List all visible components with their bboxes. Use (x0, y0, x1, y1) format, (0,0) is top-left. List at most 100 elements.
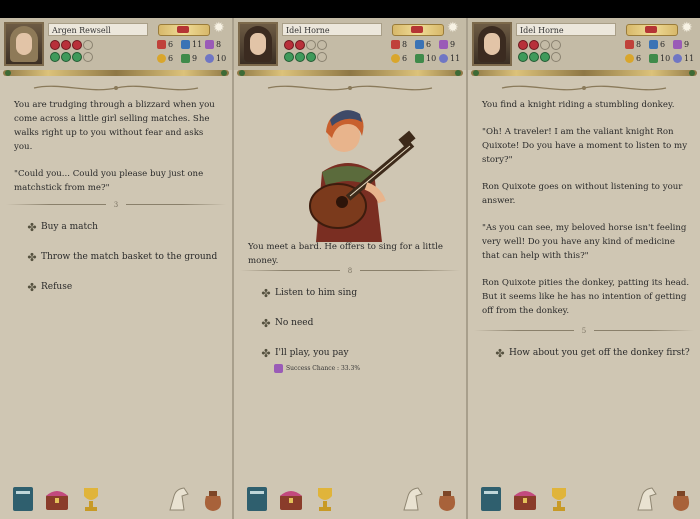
separator: 8 (240, 266, 460, 276)
trophy-icon[interactable] (544, 484, 574, 514)
choice-label: No need (275, 318, 314, 328)
choice-option[interactable]: ✤ I'll play, you pay (260, 346, 349, 360)
treasure-chest-icon[interactable] (276, 484, 306, 514)
hand-icon (439, 39, 448, 49)
character-name: Idel Horne (282, 23, 382, 36)
story-text: You are trudging through a blizzard when… (14, 98, 222, 208)
hand-icon (274, 364, 283, 373)
choice-option[interactable]: ✤ Refuse (26, 280, 72, 294)
choice-label: I'll play, you pay (275, 348, 349, 358)
stamina-pips (284, 52, 327, 62)
coin-icon (625, 53, 634, 63)
fist-icon (391, 39, 400, 49)
stat-value: 9 (192, 53, 198, 63)
character-portrait[interactable] (4, 22, 44, 66)
coin-icon (157, 53, 166, 63)
clover-icon: ✤ (261, 346, 271, 360)
gear-icon[interactable]: ✹ (213, 21, 225, 35)
scroll-icon[interactable] (626, 24, 678, 36)
story-panel: Argen Rewsell ✹ 6 11 8 6 9 10 You are tr… (0, 18, 232, 519)
health-pips (518, 40, 561, 50)
horse-icon[interactable] (398, 484, 428, 514)
clover-icon: ✤ (495, 346, 505, 360)
ornament-swirl (501, 85, 667, 91)
story-text: You find a knight riding a stumbling don… (482, 98, 690, 331)
hand-icon (673, 39, 682, 49)
book-icon[interactable] (242, 484, 272, 514)
fist-icon (157, 39, 166, 49)
choice-option[interactable]: ✤ No need (260, 316, 313, 330)
gear-icon[interactable]: ✹ (447, 21, 459, 35)
stat-value: 11 (450, 53, 461, 63)
boot-icon (415, 39, 424, 49)
stat-value: 11 (684, 53, 695, 63)
ornament-bar (3, 70, 229, 76)
stamina-pips (50, 52, 93, 62)
story-panel: Idel Horne ✹ 8 6 9 6 10 11 You find a kn… (468, 18, 700, 519)
story-paragraph: "Could you... Could you please buy just … (14, 169, 204, 193)
heart-icon (415, 53, 424, 63)
choice-option[interactable]: ✤ How about you get off the donkey first? (494, 346, 690, 360)
game-screen: Argen Rewsell ✹ 6 11 8 6 9 10 You are tr… (0, 0, 700, 519)
bag-icon[interactable] (666, 484, 696, 514)
boot-icon (181, 39, 190, 49)
bag-icon[interactable] (198, 484, 228, 514)
horse-icon[interactable] (164, 484, 194, 514)
story-paragraph: "As you can see, my beloved horse isn't … (482, 223, 687, 261)
stat-value: 6 (426, 39, 432, 49)
success-chance: Success Chance : 33.3% (274, 364, 360, 373)
stat-grid: 8 6 9 6 10 11 (625, 38, 699, 64)
gear-icon[interactable]: ✹ (681, 21, 693, 35)
choice-option[interactable]: ✤ Buy a match (26, 220, 98, 234)
clover-icon: ✤ (27, 250, 37, 264)
stat-value: 6 (660, 39, 666, 49)
stat-value: 9 (450, 39, 456, 49)
coin-icon (391, 53, 400, 63)
success-chance-text: Success Chance : 33.3% (286, 365, 361, 372)
bag-icon[interactable] (432, 484, 462, 514)
clover-icon: ✤ (261, 286, 271, 300)
ornament-bar (237, 70, 463, 76)
story-paragraph: "Oh! A traveler! I am the valiant knight… (482, 127, 688, 165)
stat-value: 6 (168, 53, 174, 63)
stat-value: 10 (426, 53, 437, 63)
character-portrait[interactable] (472, 22, 512, 66)
health-pips (284, 40, 327, 50)
separator-number: 3 (106, 200, 126, 210)
scroll-icon[interactable] (158, 24, 210, 36)
character-portrait[interactable] (238, 22, 278, 66)
treasure-chest-icon[interactable] (42, 484, 72, 514)
stat-value: 11 (192, 39, 203, 49)
ornament-swirl (33, 85, 199, 91)
separator-number: 8 (340, 266, 360, 276)
choice-label: Throw the match basket to the ground (41, 252, 218, 262)
choice-option[interactable]: ✤ Listen to him sing (260, 286, 357, 300)
heart-icon (649, 53, 658, 63)
story-paragraph: You are trudging through a blizzard when… (14, 100, 215, 152)
hand-icon (205, 39, 214, 49)
health-pips (50, 40, 93, 50)
stat-value: 8 (636, 39, 642, 49)
stat-grid: 6 11 8 6 9 10 (157, 38, 231, 64)
character-name: Argen Rewsell (48, 23, 148, 36)
clover-icon: ✤ (27, 220, 37, 234)
choice-label: How about you get off the donkey first? (509, 348, 690, 358)
horse-icon[interactable] (632, 484, 662, 514)
scroll-icon[interactable] (392, 24, 444, 36)
trophy-icon[interactable] (76, 484, 106, 514)
eye-icon (205, 53, 214, 63)
separator: 3 (6, 200, 226, 210)
fist-icon (625, 39, 634, 49)
choice-label: Refuse (41, 282, 73, 292)
separator: 5 (474, 326, 694, 336)
book-icon[interactable] (476, 484, 506, 514)
choice-option[interactable]: ✤ Throw the match basket to the ground (26, 250, 217, 264)
treasure-chest-icon[interactable] (510, 484, 540, 514)
trophy-icon[interactable] (310, 484, 340, 514)
ornament-swirl (267, 85, 433, 91)
choice-label: Buy a match (41, 222, 98, 232)
eye-icon (439, 53, 448, 63)
clover-icon: ✤ (27, 280, 37, 294)
book-icon[interactable] (8, 484, 38, 514)
bard-illustration (309, 110, 416, 242)
